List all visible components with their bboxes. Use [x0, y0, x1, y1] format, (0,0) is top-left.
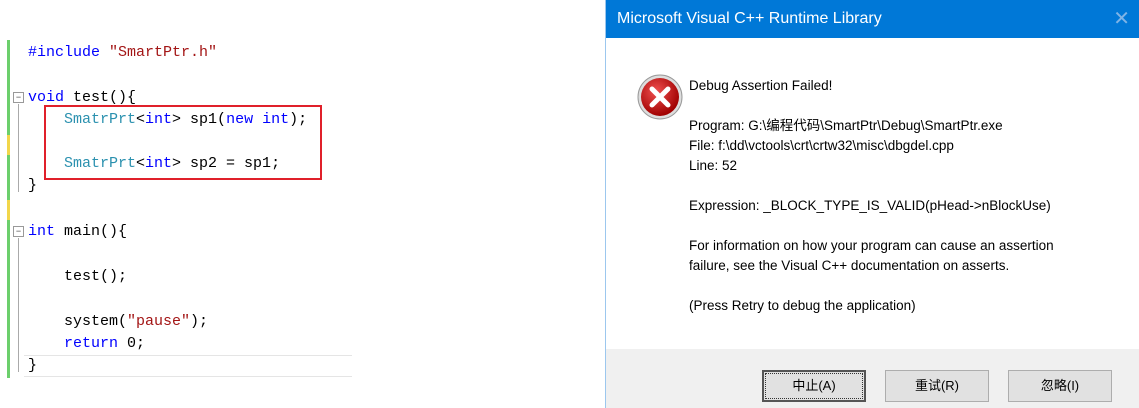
message-line: For information on how your program can …	[689, 238, 1054, 253]
button-area: 中止(A) 重试(R) 忽略(I)	[606, 349, 1139, 408]
change-bar	[7, 220, 10, 378]
abort-label: 中止(A)	[765, 373, 863, 399]
token: void	[28, 89, 65, 106]
retry-button[interactable]: 重试(R)	[885, 370, 989, 402]
message-line	[689, 176, 1054, 196]
code-line: test();	[64, 268, 128, 285]
message-line	[689, 96, 1054, 116]
code-line: #include "SmartPtr.h"	[28, 42, 217, 64]
message-line: File: f:\dd\vctools\crt\crtw32\misc\dbgd…	[689, 138, 954, 153]
message-line: Debug Assertion Failed!	[689, 78, 833, 93]
error-icon	[637, 74, 683, 120]
code-line: return 0;	[64, 333, 145, 355]
close-button[interactable]: ✕	[1113, 0, 1130, 38]
current-line-highlight	[24, 355, 352, 377]
token: 0;	[118, 335, 146, 352]
message-line: Expression: _BLOCK_TYPE_IS_VALID(pHead->…	[689, 198, 1051, 213]
message-line	[689, 276, 1054, 296]
token: main(){	[55, 223, 128, 240]
code-line: }	[28, 177, 38, 194]
message-line: failure, see the Visual C++ documentatio…	[689, 258, 1010, 273]
change-bar	[7, 200, 10, 220]
message-line: Program: G:\编程代码\SmartPtr\Debug\SmartPtr…	[689, 118, 1003, 133]
fold-guide	[18, 104, 19, 192]
title-bar[interactable]: Microsoft Visual C++ Runtime Library ✕	[606, 0, 1139, 38]
token: int	[28, 223, 56, 240]
fold-guide	[18, 238, 19, 372]
change-bar	[7, 40, 10, 140]
error-message: Debug Assertion Failed! Program: G:\编程代码…	[689, 76, 1054, 316]
code-line: }	[28, 357, 38, 374]
code-editor: − − #include "SmartPtr.h" void test(){ S…	[0, 0, 360, 408]
token: "SmartPtr.h"	[109, 44, 218, 61]
change-bar	[7, 155, 10, 200]
change-bar	[7, 135, 10, 155]
token: return	[64, 335, 119, 352]
message-line: Line: 52	[689, 158, 738, 173]
ignore-button[interactable]: 忽略(I)	[1008, 370, 1112, 402]
highlight-box	[44, 105, 322, 180]
token: system(	[64, 313, 128, 330]
message-line: (Press Retry to debug the application)	[689, 298, 916, 313]
token: #include	[28, 44, 101, 61]
message-line	[689, 216, 1054, 236]
token: test(){	[64, 89, 137, 106]
token: "pause"	[127, 313, 191, 330]
abort-button[interactable]: 中止(A)	[762, 370, 866, 402]
token: );	[190, 313, 209, 330]
collapse-icon[interactable]: −	[13, 92, 24, 103]
collapse-icon[interactable]: −	[13, 226, 24, 237]
code-line: int main(){	[28, 221, 127, 243]
dialog-title: Microsoft Visual C++ Runtime Library	[617, 10, 882, 27]
code-line: system("pause");	[64, 311, 208, 333]
error-dialog: Microsoft Visual C++ Runtime Library ✕ D…	[605, 0, 1139, 408]
